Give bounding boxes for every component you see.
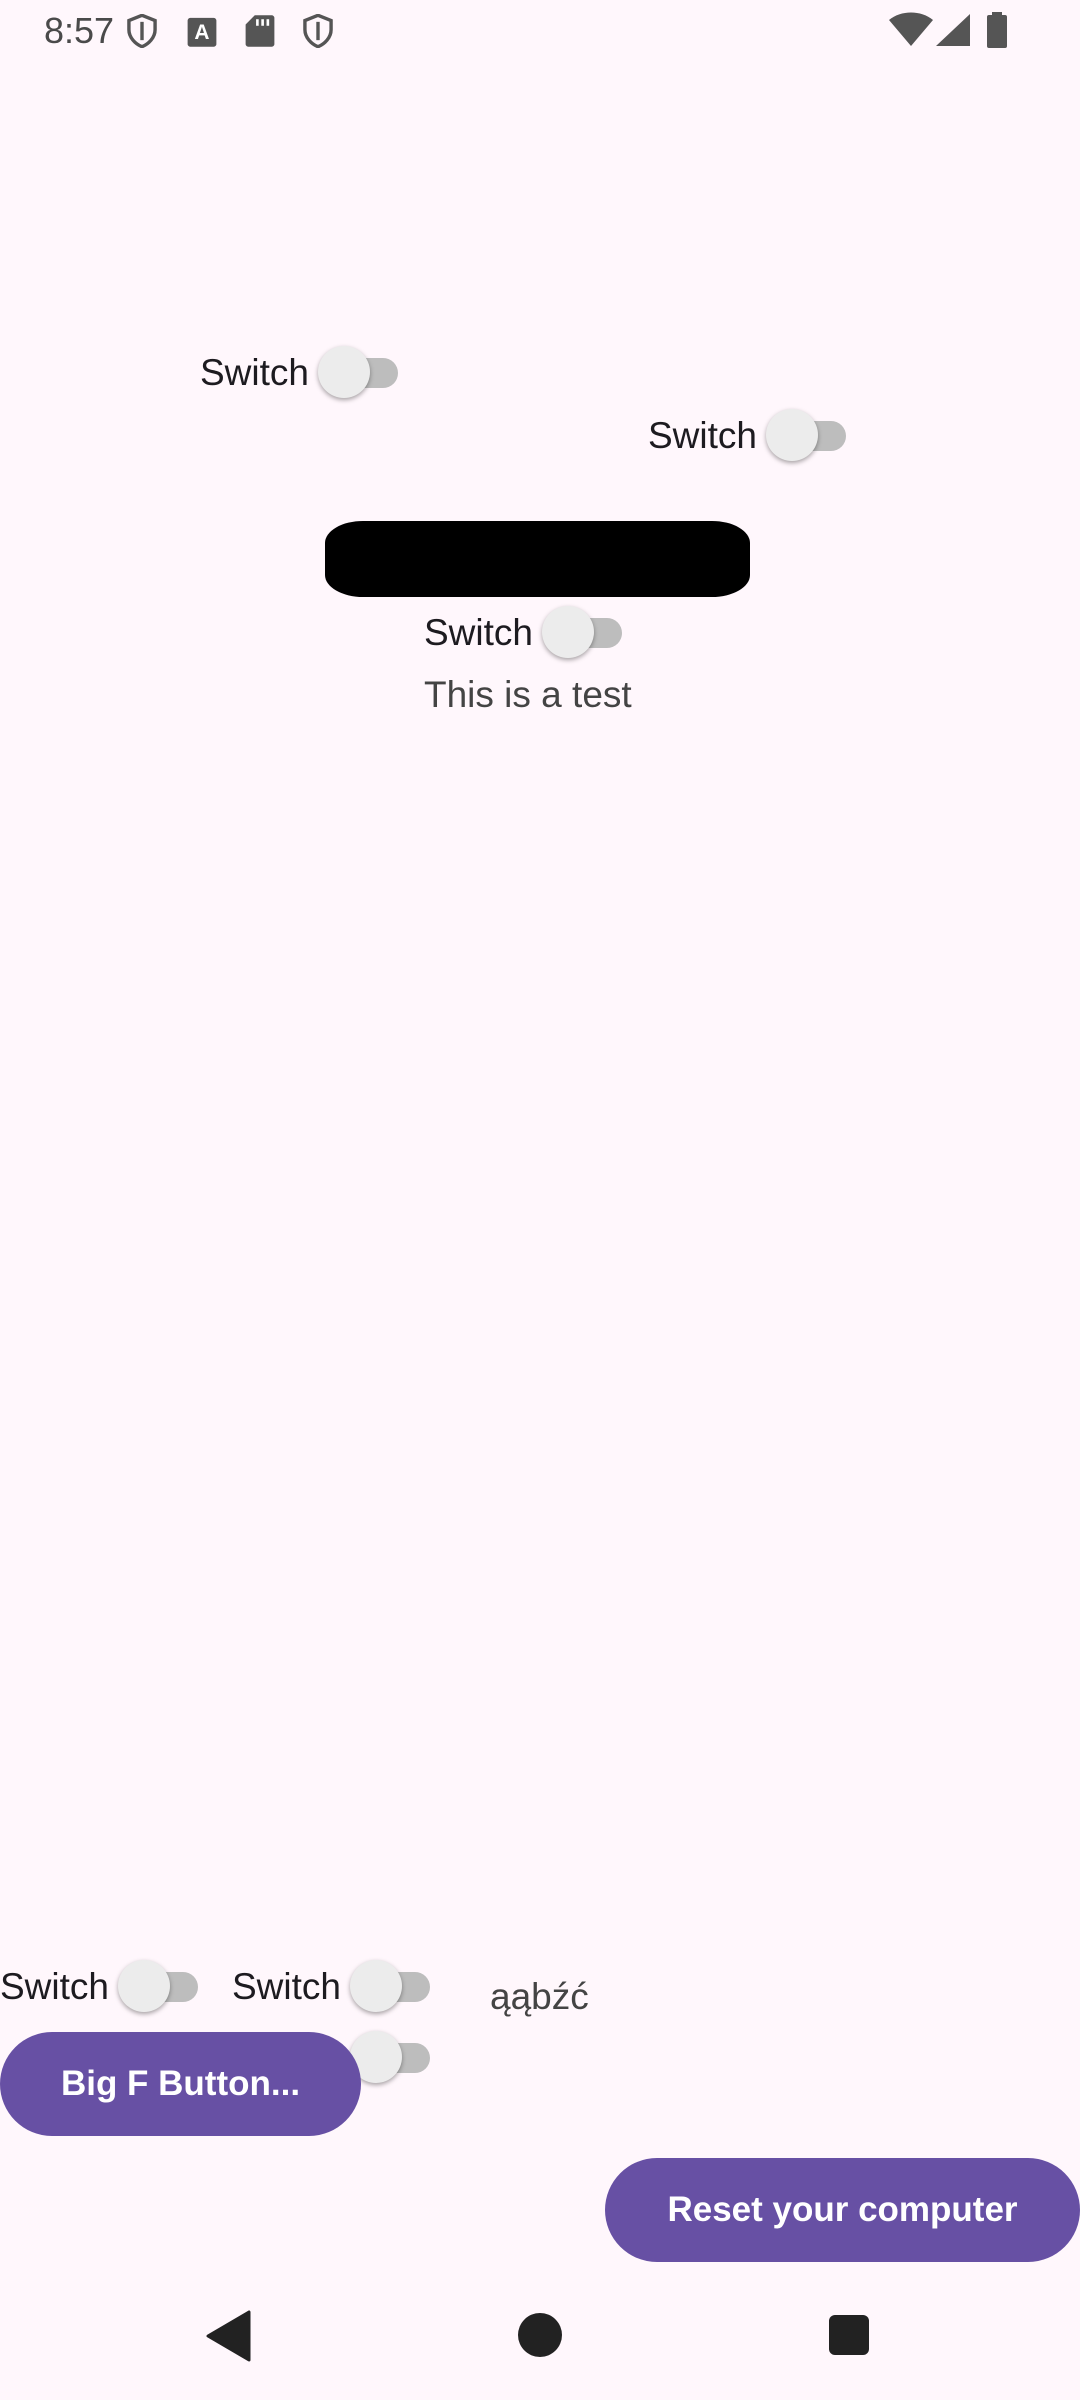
switch-label: Switch [0, 1966, 109, 2007]
switch-label: Switch [424, 612, 533, 653]
switch-toggle[interactable] [318, 344, 406, 400]
switch-thumb [118, 1960, 170, 2012]
switch-toggle[interactable] [542, 604, 630, 660]
test-text: This is a test [424, 674, 632, 715]
black-pill-shape [325, 521, 750, 597]
reset-computer-button[interactable]: Reset your computer [605, 2158, 1080, 2262]
back-icon[interactable] [205, 2310, 253, 2362]
switch-toggle[interactable] [350, 1958, 438, 2014]
switch-thumb [350, 1960, 402, 2012]
wifi-icon [889, 12, 933, 46]
sd-card-icon [245, 15, 275, 47]
switch-thumb [766, 409, 818, 461]
switch-thumb [542, 606, 594, 658]
battery-icon [987, 12, 1007, 48]
switch-toggle[interactable] [766, 407, 854, 463]
a-notification-icon: A [187, 17, 217, 47]
big-f-button[interactable]: Big F Button... [0, 2032, 361, 2136]
switch-toggle[interactable] [118, 1958, 206, 2014]
recents-icon[interactable] [829, 2315, 869, 2355]
switch-label: Switch [232, 1966, 341, 2007]
switch-toggle[interactable] [350, 2029, 438, 2085]
shield-icon [303, 14, 333, 48]
svg-text:A: A [194, 21, 209, 44]
switch-label: Switch [200, 352, 309, 393]
status-time: 8:57 [44, 10, 115, 51]
switch-thumb [318, 346, 370, 398]
shield-icon [127, 14, 157, 48]
cell-signal-icon [936, 14, 970, 46]
home-icon[interactable] [518, 2313, 562, 2357]
switch-label: Switch [648, 415, 757, 456]
polish-text: ąąbźć [490, 1976, 589, 2017]
